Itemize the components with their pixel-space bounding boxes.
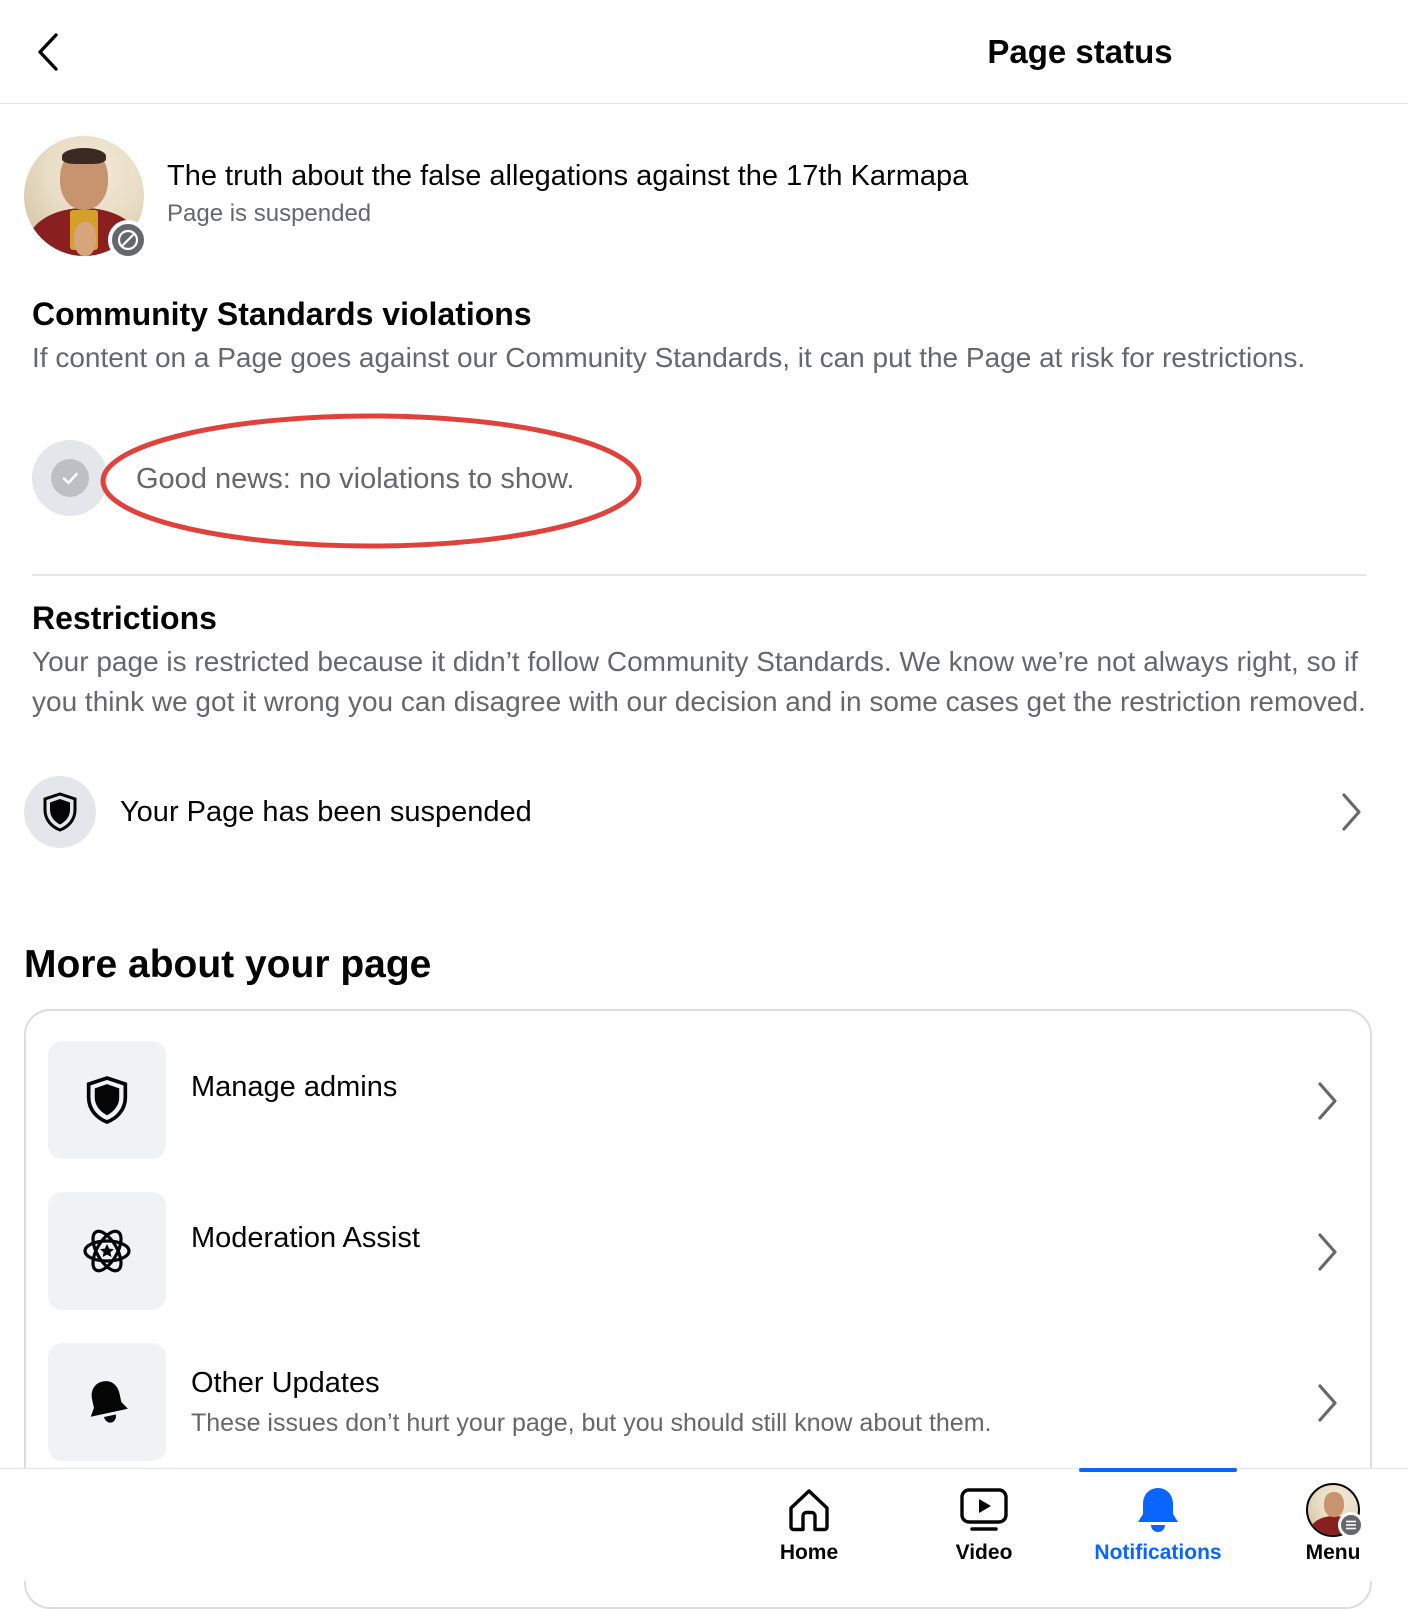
menu-lines-icon <box>1338 1512 1364 1538</box>
atom-star-icon <box>48 1192 166 1310</box>
suspended-badge-icon <box>108 220 148 260</box>
nav-menu[interactable]: Menu <box>1248 1469 1408 1581</box>
chevron-left-icon <box>38 33 58 71</box>
other-updates-subtitle: These issues don’t hurt your page, but y… <box>191 1409 992 1437</box>
shield-icon <box>24 776 96 848</box>
moderation-assist-item[interactable]: Moderation Assist <box>48 1192 1348 1312</box>
page-title: Page status <box>987 33 1173 70</box>
nav-video[interactable]: Video <box>899 1469 1069 1581</box>
page-suspended-label: Your Page has been suspended <box>120 796 532 828</box>
home-icon <box>724 1483 894 1537</box>
chevron-right-icon <box>1312 1079 1342 1123</box>
community-standards-description: If content on a Page goes against our Co… <box>32 342 1306 373</box>
chevron-right-icon <box>1312 1381 1342 1425</box>
more-about-title: More about your page <box>24 943 432 986</box>
back-button[interactable] <box>26 28 70 76</box>
manage-admins-label: Manage admins <box>191 1071 398 1103</box>
video-icon <box>899 1483 1069 1537</box>
nav-menu-label: Menu <box>1305 1541 1361 1564</box>
profile-avatar <box>1248 1483 1408 1537</box>
moderation-assist-label: Moderation Assist <box>191 1222 420 1254</box>
nav-video-label: Video <box>955 1541 1013 1564</box>
nav-notifications-label: Notifications <box>1094 1541 1222 1564</box>
page-suspended-row[interactable]: Your Page has been suspended <box>24 774 1394 850</box>
other-updates-label: Other Updates <box>191 1367 380 1399</box>
nav-notifications[interactable]: Notifications <box>1073 1468 1243 1581</box>
other-updates-item[interactable]: Other Updates These issues don’t hurt yo… <box>48 1343 1348 1463</box>
page-avatar <box>24 136 148 260</box>
manage-admins-item[interactable]: Manage admins <box>48 1041 1348 1161</box>
nav-home[interactable]: Home <box>724 1469 894 1581</box>
nav-home-label: Home <box>779 1541 839 1564</box>
bell-icon <box>1073 1483 1243 1537</box>
bottom-navigation: Home Video Notifications Menu <box>0 1468 1408 1581</box>
section-divider <box>32 574 1366 576</box>
community-standards-title: Community Standards violations <box>32 296 532 332</box>
check-circle-icon <box>32 440 108 516</box>
bell-icon <box>48 1343 166 1461</box>
chevron-right-icon <box>1336 790 1366 834</box>
page-status-text: Page is suspended <box>167 200 372 227</box>
chevron-right-icon <box>1312 1230 1342 1274</box>
shield-icon <box>48 1041 166 1159</box>
page-name: The truth about the false allegations ag… <box>167 160 969 192</box>
active-tab-indicator <box>1079 1468 1237 1472</box>
restrictions-title: Restrictions <box>32 600 217 636</box>
restrictions-description: Your page is restricted because it didn’… <box>32 646 1366 717</box>
red-highlight-ellipse <box>100 413 642 549</box>
